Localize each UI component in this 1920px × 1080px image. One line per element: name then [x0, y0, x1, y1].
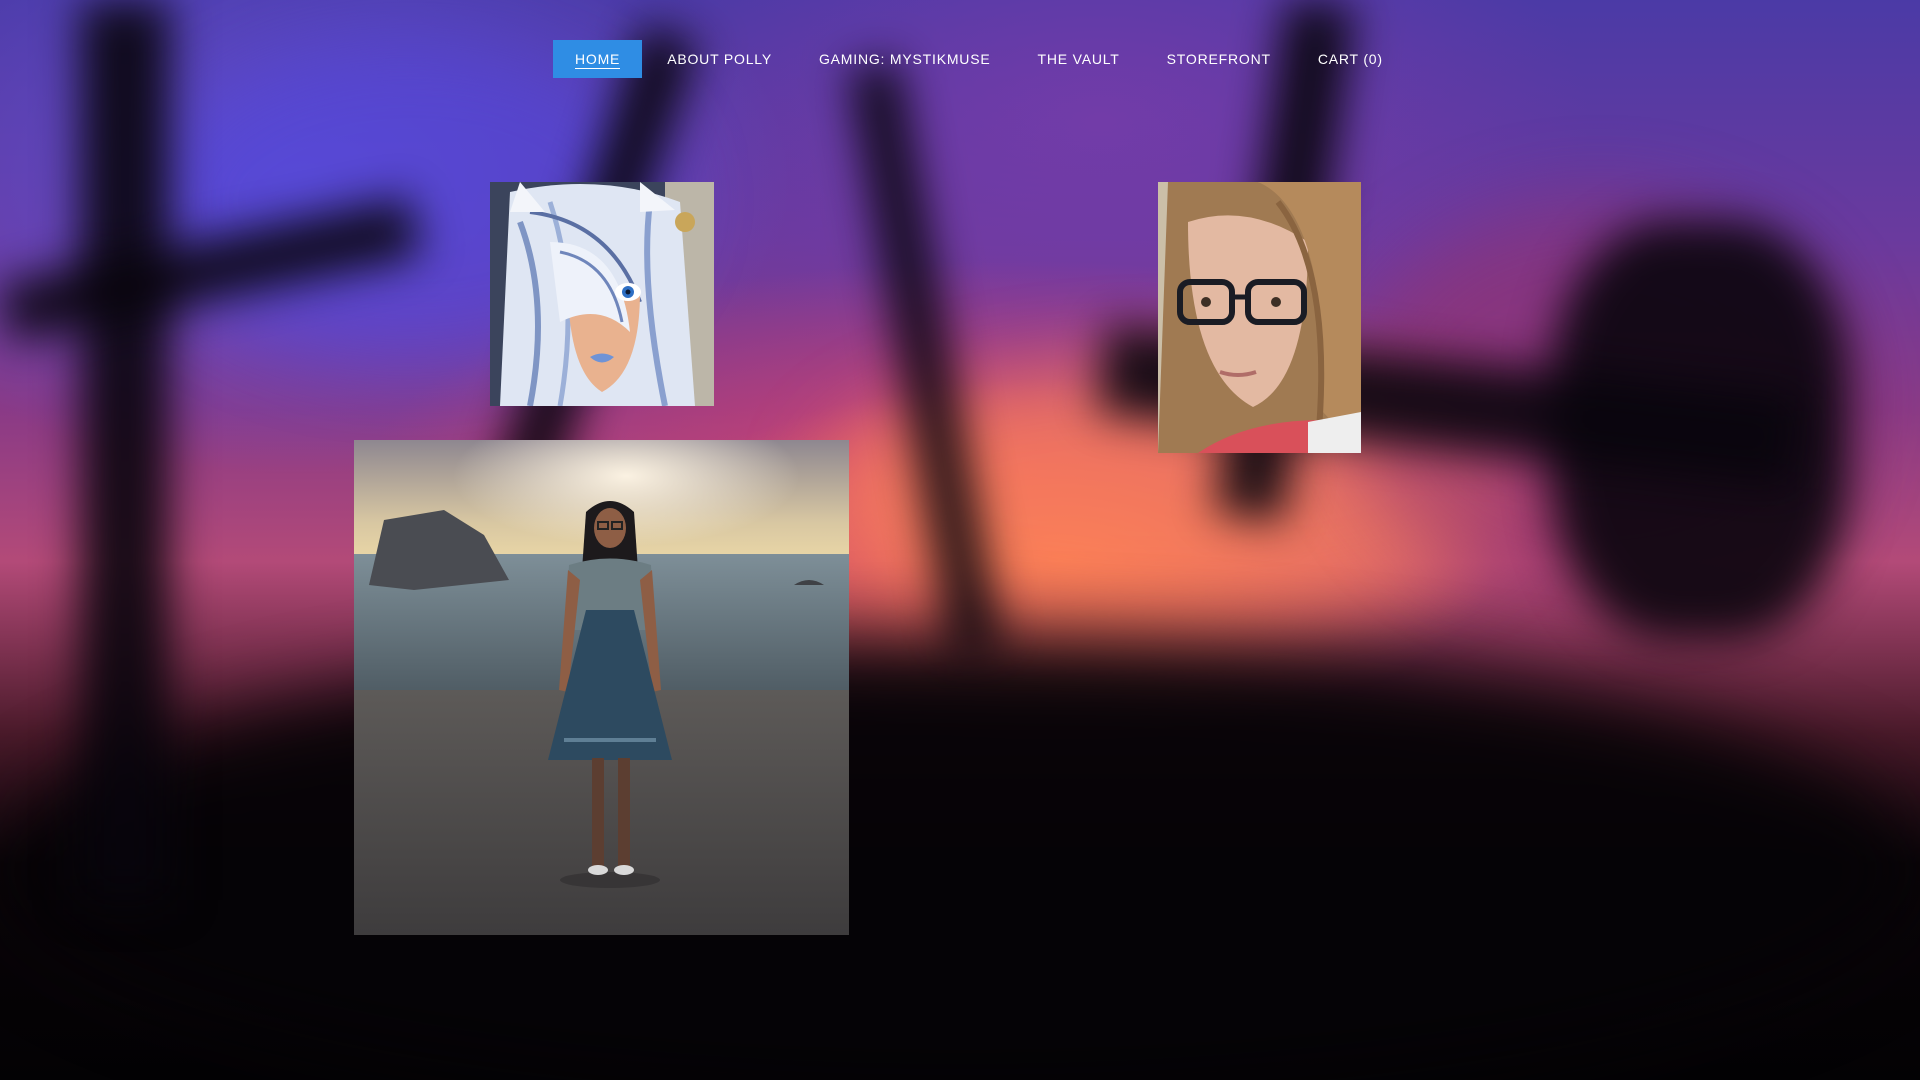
- nav-gaming-link[interactable]: GAMING: MYSTIKMUSE: [797, 40, 1013, 78]
- nav-cart-label: CART (0): [1317, 51, 1383, 67]
- nav-home-label: HOME: [575, 51, 621, 69]
- nav-cart-link[interactable]: CART (0): [1296, 40, 1405, 78]
- beach-scene-illustration: [354, 440, 849, 935]
- nav-the-vault-link[interactable]: THE VAULT: [1016, 40, 1142, 78]
- selfie-illustration: [1158, 182, 1361, 453]
- nav-storefront-link[interactable]: STOREFRONT: [1145, 40, 1293, 78]
- nav-storefront-label: STOREFRONT: [1166, 51, 1271, 67]
- selfie-photo-image: [1158, 182, 1361, 453]
- background-sunset-image: [0, 0, 1920, 1080]
- anime-portrait-illustration: [490, 182, 714, 406]
- main-navigation: HOME ABOUT POLLY GAMING: MYSTIKMUSE THE …: [553, 40, 1408, 78]
- nav-about-polly-link[interactable]: ABOUT POLLY: [645, 40, 794, 78]
- nav-the-vault-label: THE VAULT: [1037, 51, 1120, 67]
- anime-portrait-image: [490, 182, 714, 406]
- nav-about-polly-label: ABOUT POLLY: [667, 51, 772, 67]
- beach-sim-character-image: [354, 440, 849, 935]
- nav-home-link[interactable]: HOME: [553, 40, 643, 78]
- nav-gaming-label: GAMING: MYSTIKMUSE: [818, 51, 991, 67]
